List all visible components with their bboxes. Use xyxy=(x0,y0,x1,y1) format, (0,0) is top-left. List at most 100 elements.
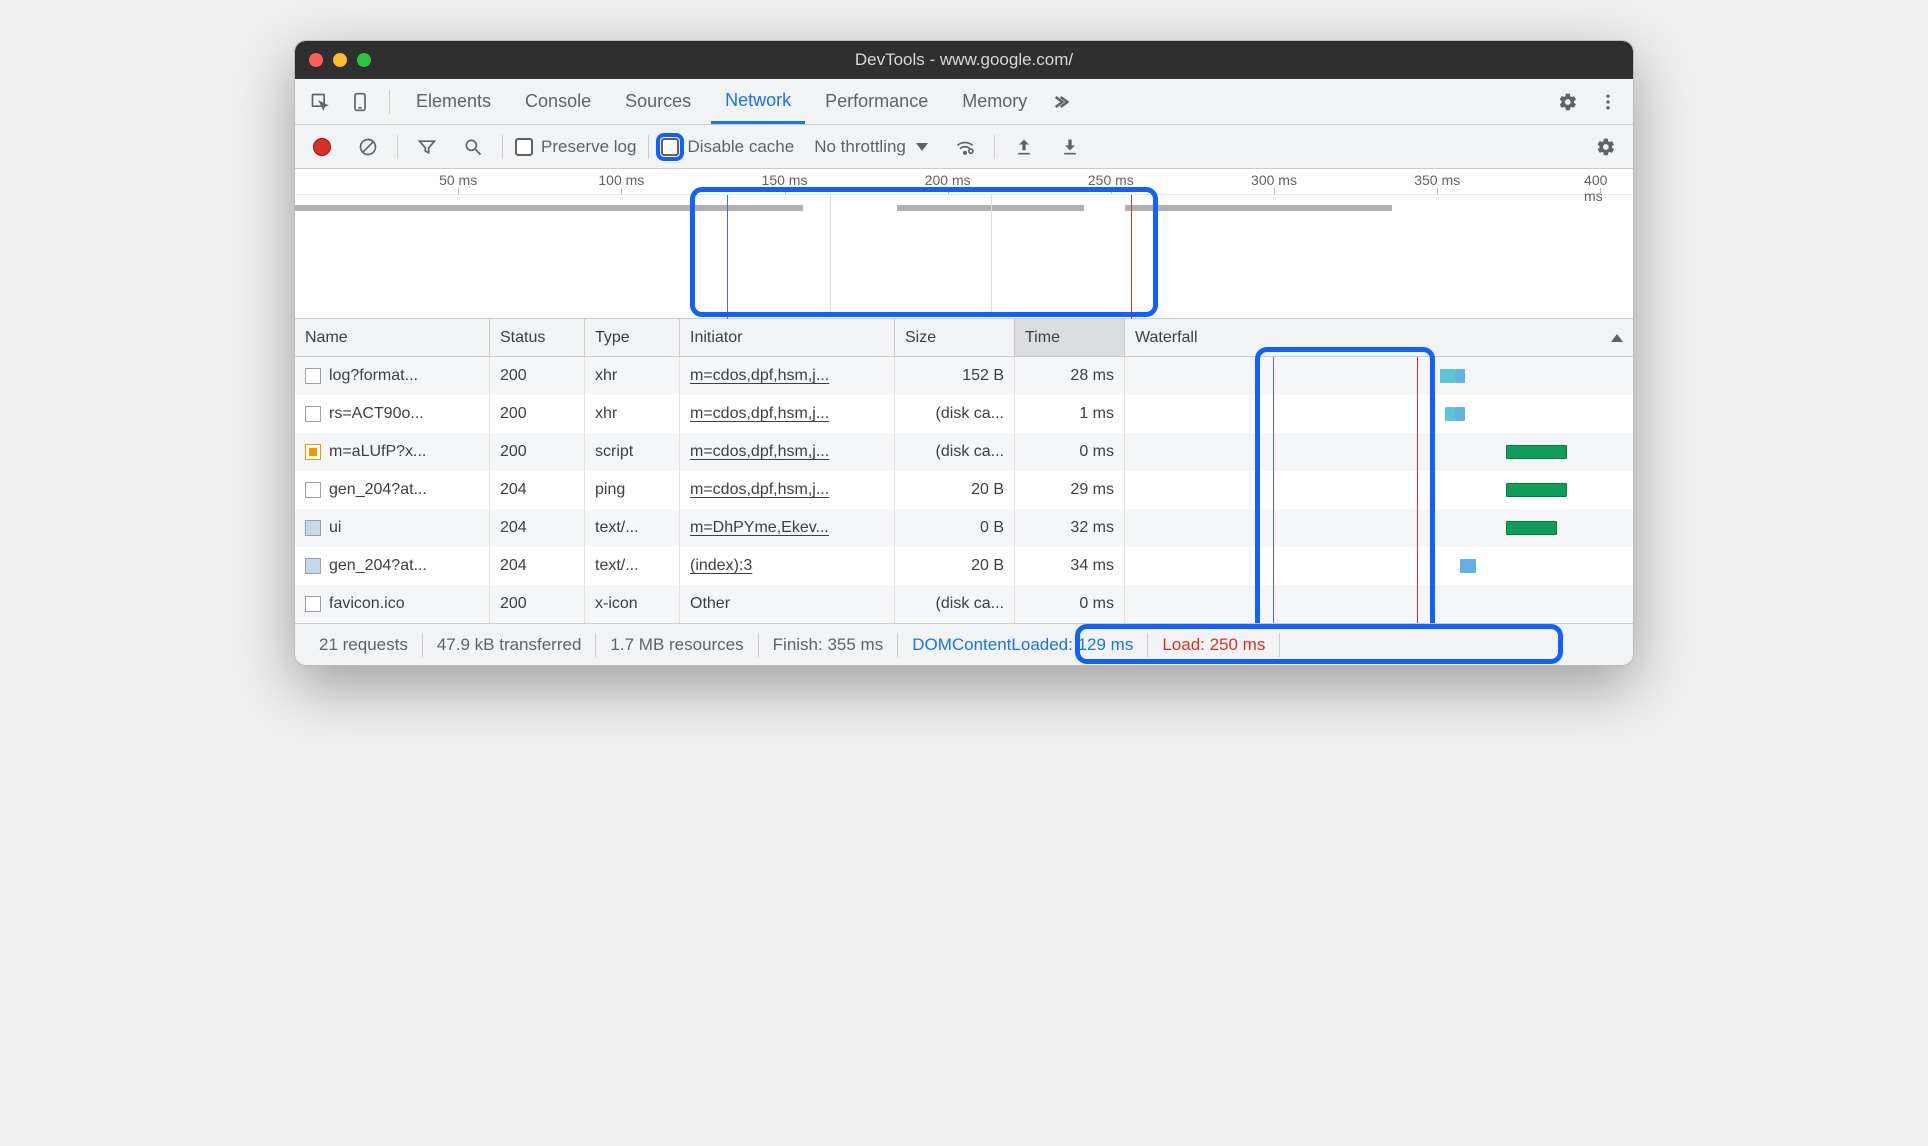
tab-sources[interactable]: Sources xyxy=(611,79,705,124)
disable-cache-checkbox[interactable]: Disable cache xyxy=(661,137,794,157)
request-initiator[interactable]: m=cdos,dpf,hsm,j... xyxy=(690,443,829,461)
request-size: (disk ca... xyxy=(895,395,1015,433)
grid-header: Name Status Type Initiator Size Time Wat… xyxy=(295,319,1633,357)
request-waterfall xyxy=(1125,357,1633,395)
request-row[interactable]: ui204text/...m=DhPYme,Ekev...0 B32 ms xyxy=(295,509,1633,547)
upload-har-icon[interactable] xyxy=(1007,130,1041,164)
preserve-log-checkbox[interactable]: Preserve log xyxy=(515,137,636,157)
device-toggle-icon[interactable] xyxy=(343,85,377,119)
clear-icon[interactable] xyxy=(351,130,385,164)
search-icon[interactable] xyxy=(456,130,490,164)
tab-memory[interactable]: Memory xyxy=(948,79,1041,124)
statusbar: 21 requests 47.9 kB transferred 1.7 MB r… xyxy=(295,623,1633,665)
request-type: ping xyxy=(585,471,680,509)
divider xyxy=(389,90,390,114)
settings-icon[interactable] xyxy=(1551,85,1585,119)
request-status: 200 xyxy=(490,395,585,433)
request-row[interactable]: gen_204?at...204text/...(index):320 B34 … xyxy=(295,547,1633,585)
devtools-window: DevTools - www.google.com/ ElementsConso… xyxy=(294,40,1634,666)
col-waterfall[interactable]: Waterfall xyxy=(1125,319,1633,356)
request-initiator: Other xyxy=(690,595,730,613)
col-name[interactable]: Name xyxy=(295,319,490,356)
request-size: (disk ca... xyxy=(895,433,1015,471)
file-icon xyxy=(305,596,321,612)
download-har-icon[interactable] xyxy=(1053,130,1087,164)
col-time[interactable]: Time xyxy=(1015,319,1125,356)
request-time: 1 ms xyxy=(1015,395,1125,433)
timeline-tick: 100 ms xyxy=(598,172,644,188)
file-icon xyxy=(305,520,321,536)
request-status: 200 xyxy=(490,585,585,623)
status-resources: 1.7 MB resources xyxy=(596,633,758,657)
request-time: 0 ms xyxy=(1015,585,1125,623)
request-size: 20 B xyxy=(895,547,1015,585)
col-status[interactable]: Status xyxy=(490,319,585,356)
timeline-tick: 300 ms xyxy=(1251,172,1297,188)
request-status: 200 xyxy=(490,433,585,471)
request-type: text/... xyxy=(585,547,680,585)
record-button[interactable] xyxy=(305,130,339,164)
request-type: text/... xyxy=(585,509,680,547)
request-initiator[interactable]: (index):3 xyxy=(690,557,752,575)
request-row[interactable]: favicon.ico 200x-icon Other (disk ca...0 ms xyxy=(295,585,1633,623)
request-row[interactable]: gen_204?at... 204ping m=cdos,dpf,hsm,j... 2… xyxy=(295,471,1633,509)
request-row[interactable]: rs=ACT90o...200xhrm=cdos,dpf,hsm,j...(di… xyxy=(295,395,1633,433)
status-load: Load: 250 ms xyxy=(1148,633,1280,657)
request-name: gen_204?at... xyxy=(329,481,427,499)
request-type: xhr xyxy=(585,357,680,395)
request-name: log?format... xyxy=(329,367,418,385)
tab-network[interactable]: Network xyxy=(711,79,805,124)
file-icon xyxy=(305,482,321,498)
file-icon xyxy=(305,406,321,422)
titlebar: DevTools - www.google.com/ xyxy=(295,41,1633,79)
request-size: (disk ca... xyxy=(895,585,1015,623)
tab-elements[interactable]: Elements xyxy=(402,79,505,124)
request-type: xhr xyxy=(585,395,680,433)
request-time: 28 ms xyxy=(1015,357,1125,395)
chevron-down-icon xyxy=(916,143,928,151)
request-row[interactable]: log?format... 200xhr m=cdos,dpf,hsm,j... 15… xyxy=(295,357,1633,395)
network-conditions-icon[interactable] xyxy=(948,130,982,164)
network-settings-icon[interactable] xyxy=(1589,130,1623,164)
request-size: 0 B xyxy=(895,509,1015,547)
request-size: 152 B xyxy=(895,357,1015,395)
timeline-tick: 250 ms xyxy=(1088,172,1134,188)
file-icon xyxy=(305,558,321,574)
filter-icon[interactable] xyxy=(410,130,444,164)
request-waterfall xyxy=(1125,433,1633,471)
window-title: DevTools - www.google.com/ xyxy=(295,50,1633,70)
preserve-log-label: Preserve log xyxy=(541,137,636,157)
throttling-select[interactable]: No throttling xyxy=(806,137,936,157)
request-size: 20 B xyxy=(895,471,1015,509)
kebab-menu-icon[interactable] xyxy=(1591,85,1625,119)
disable-cache-label: Disable cache xyxy=(687,137,794,157)
request-initiator[interactable]: m=cdos,dpf,hsm,j... xyxy=(690,367,829,385)
col-type[interactable]: Type xyxy=(585,319,680,356)
request-rows: log?format...200xhrm=cdos,dpf,hsm,j...15… xyxy=(295,357,1633,623)
request-name: m=aLUfP?x... xyxy=(329,443,426,461)
request-waterfall xyxy=(1125,585,1633,623)
request-name: ui xyxy=(329,519,341,537)
request-row[interactable]: m=aLUfP?x... 200script m=cdos,dpf,hsm,j...… xyxy=(295,433,1633,471)
request-waterfall xyxy=(1125,509,1633,547)
col-initiator[interactable]: Initiator xyxy=(680,319,895,356)
request-initiator[interactable]: m=cdos,dpf,hsm,j... xyxy=(690,481,829,499)
timeline-overview[interactable]: 50 ms100 ms150 ms200 ms250 ms300 ms350 m… xyxy=(295,169,1633,319)
inspect-icon[interactable] xyxy=(303,85,337,119)
status-requests: 21 requests xyxy=(305,633,423,657)
request-name: favicon.ico xyxy=(329,595,405,613)
request-status: 200 xyxy=(490,357,585,395)
tab-performance[interactable]: Performance xyxy=(811,79,942,124)
more-tabs-icon[interactable] xyxy=(1047,85,1081,119)
request-status: 204 xyxy=(490,471,585,509)
request-type: script xyxy=(585,433,680,471)
request-initiator[interactable]: m=DhPYme,Ekev... xyxy=(690,519,829,537)
throttling-label: No throttling xyxy=(814,137,906,157)
request-initiator[interactable]: m=cdos,dpf,hsm,j... xyxy=(690,405,829,423)
col-size[interactable]: Size xyxy=(895,319,1015,356)
main-tabbar: ElementsConsoleSourcesNetworkPerformance… xyxy=(295,79,1633,125)
network-toolbar: Preserve log Disable cache No throttling xyxy=(295,125,1633,169)
tab-console[interactable]: Console xyxy=(511,79,605,124)
request-type: x-icon xyxy=(585,585,680,623)
request-waterfall xyxy=(1125,471,1633,509)
